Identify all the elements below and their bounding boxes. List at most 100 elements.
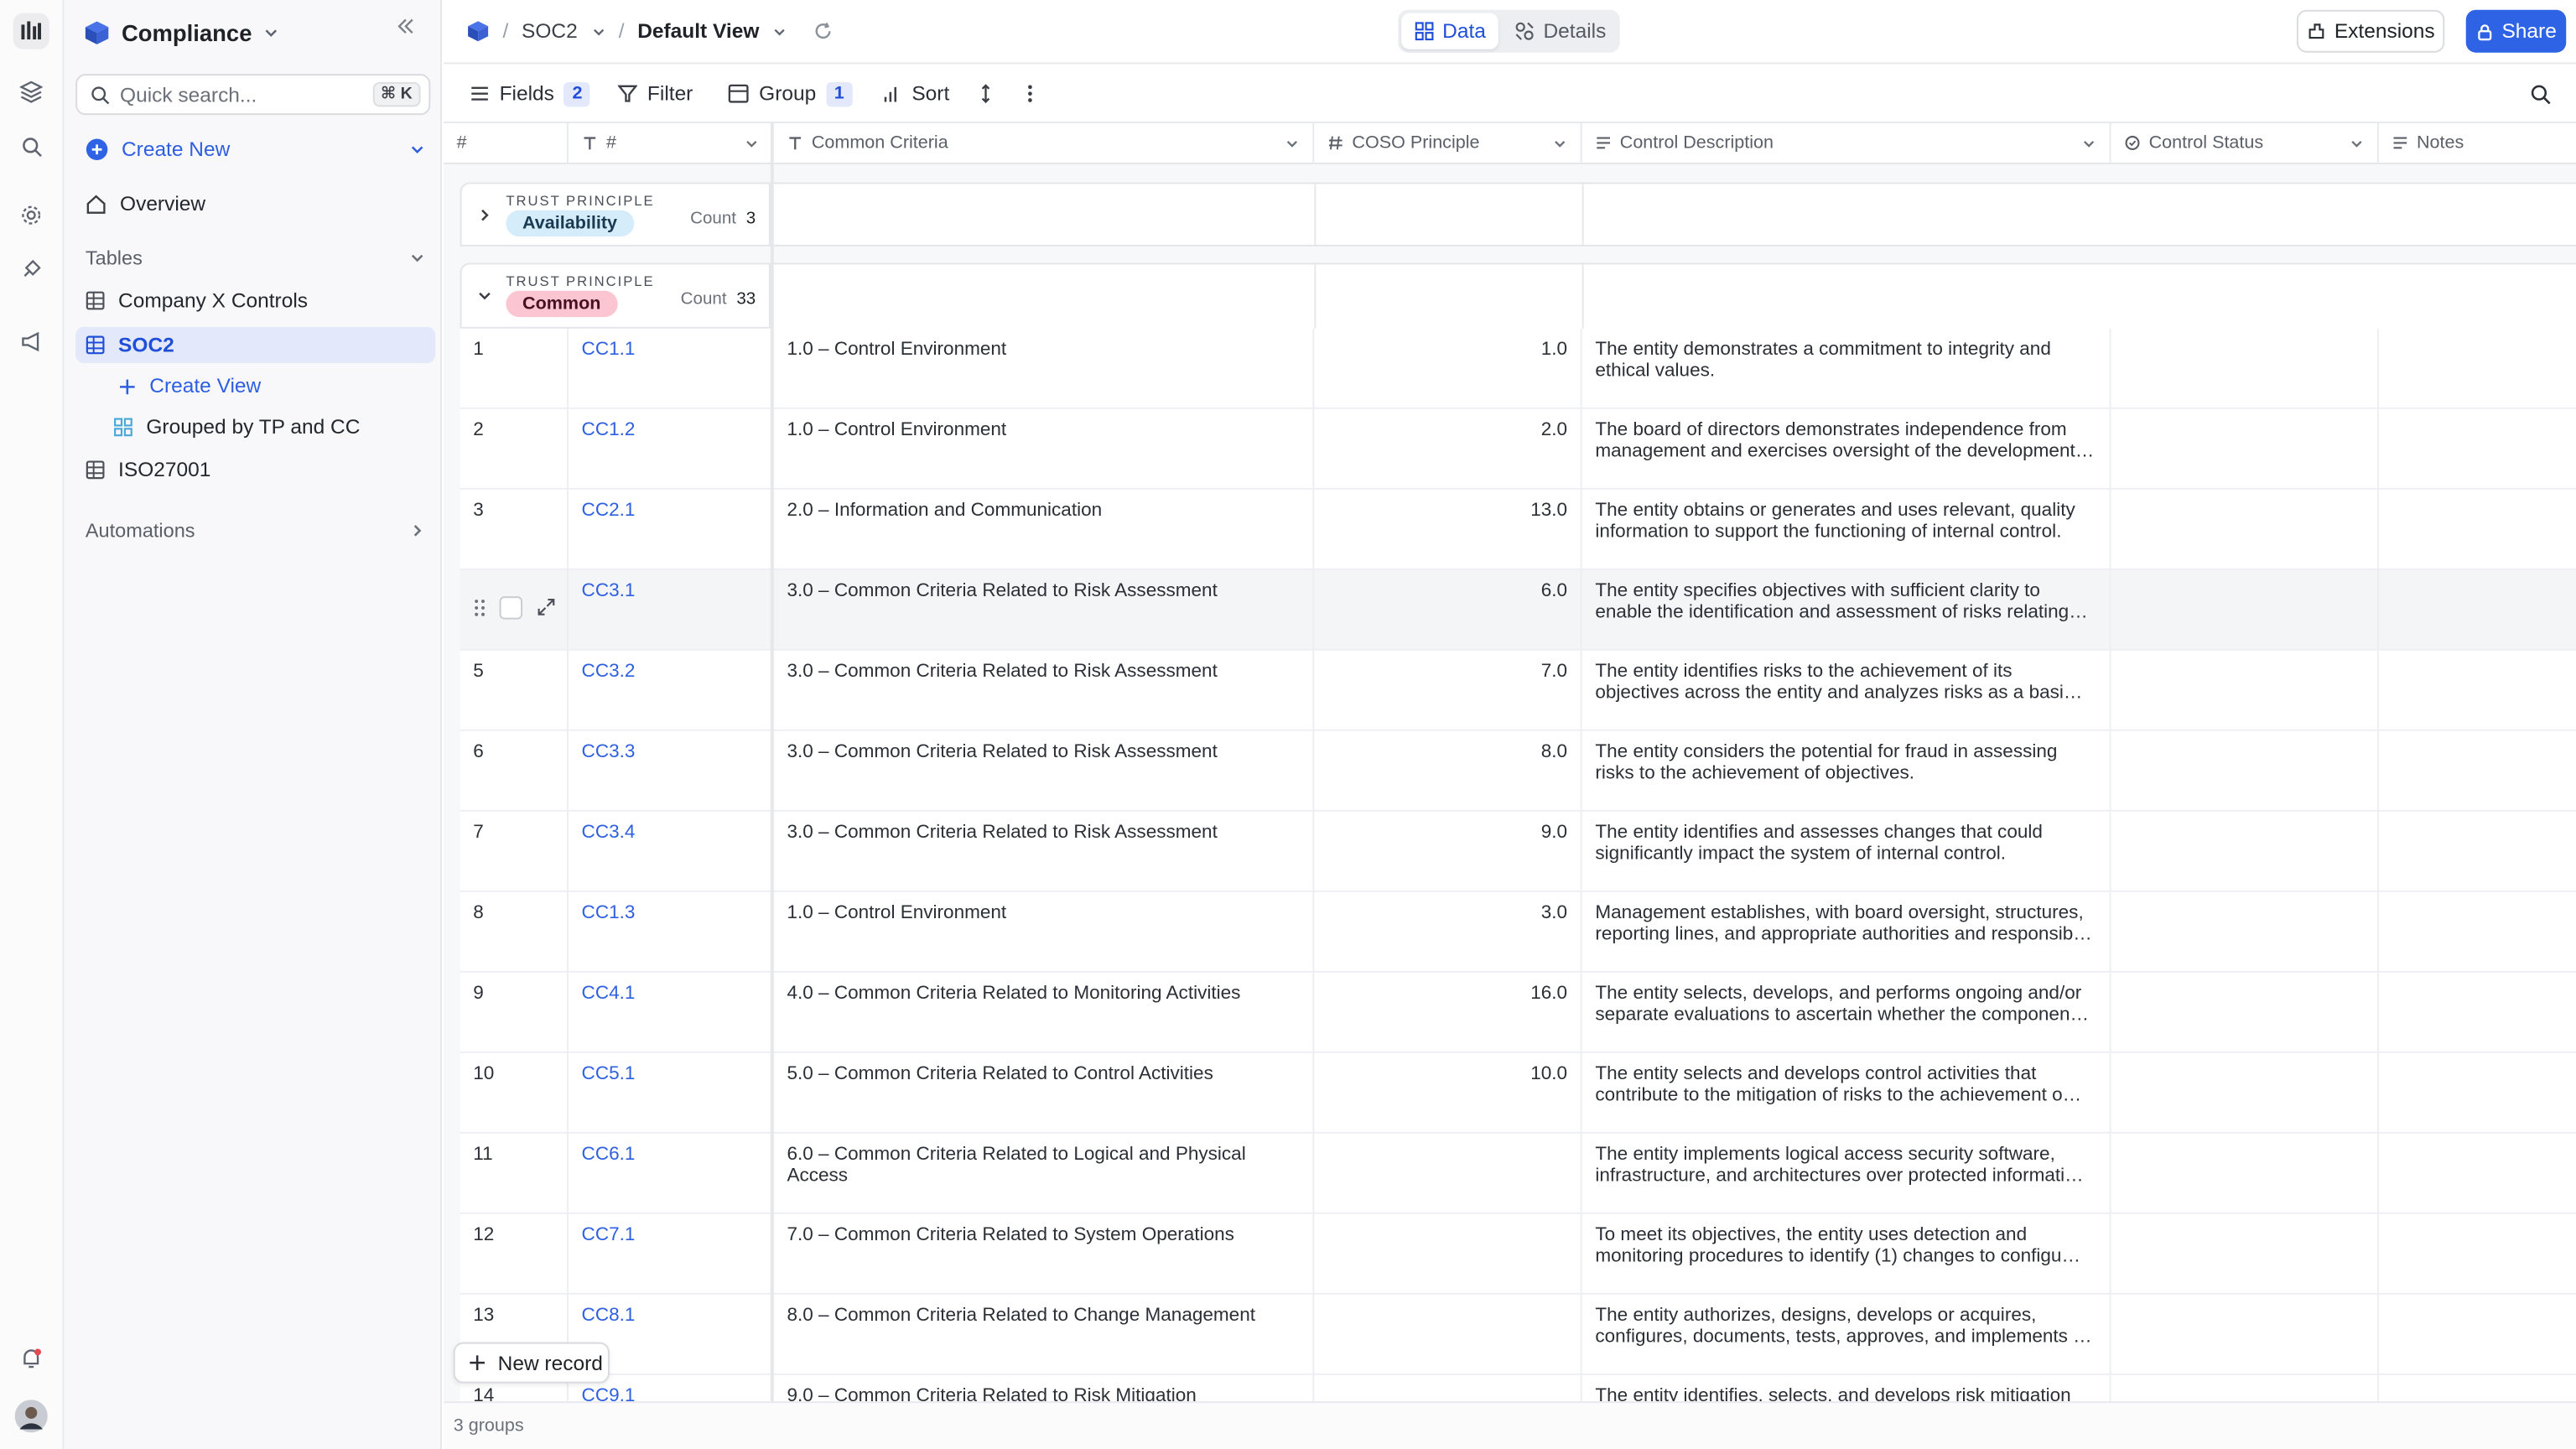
coso-principle-cell[interactable]: 13.0	[1314, 489, 1582, 570]
column-header-control-description[interactable]: Control Description	[1581, 122, 2111, 164]
chevron-down-icon[interactable]	[476, 288, 493, 304]
control-status-cell[interactable]	[2111, 1374, 2379, 1402]
control-status-cell[interactable]	[2111, 650, 2379, 731]
megaphone-icon[interactable]	[13, 324, 49, 360]
group-header-common[interactable]: TRUST PRINCIPLE Common Count 33	[460, 262, 771, 329]
table-row[interactable]: 6 CC3.3 3.0 – Common Criteria Related to R…	[460, 730, 2576, 812]
plug-icon[interactable]	[13, 252, 49, 288]
coso-principle-cell[interactable]	[1314, 1213, 1582, 1295]
notes-cell[interactable]	[2379, 812, 2576, 892]
control-status-cell[interactable]	[2111, 730, 2379, 812]
coso-principle-cell[interactable]: 1.0	[1314, 328, 1582, 409]
sidebar-view-grouped-by-tp-and-cc[interactable]: Grouped by TP and CC	[103, 409, 435, 445]
frozen-columns-divider[interactable]	[770, 122, 774, 1402]
row-number-cell[interactable]: 11	[460, 1133, 569, 1214]
group-header-availability[interactable]: TRUST PRINCIPLE Availability Count 3	[460, 182, 771, 247]
coso-principle-cell[interactable]	[1314, 1294, 1582, 1375]
sidebar-item-soc2[interactable]: SOC2	[75, 326, 436, 363]
coso-principle-cell[interactable]: 16.0	[1314, 972, 1582, 1053]
table-row[interactable]: 3 CC2.1 2.0 – Information and Communicatio…	[460, 489, 2576, 570]
control-status-cell[interactable]	[2111, 328, 2379, 409]
row-height-icon[interactable]	[978, 79, 995, 108]
common-criteria-cell[interactable]: 8.0 – Common Criteria Related to Change …	[774, 1294, 1315, 1375]
notes-cell[interactable]	[2379, 570, 2576, 651]
control-status-cell[interactable]	[2111, 489, 2379, 570]
id-cell[interactable]: CC5.1	[569, 1052, 772, 1134]
control-status-cell[interactable]	[2111, 972, 2379, 1053]
row-number-cell[interactable]	[460, 569, 569, 651]
create-view-button[interactable]: Create View	[108, 368, 435, 404]
expand-record-icon[interactable]	[538, 598, 556, 616]
tab-data[interactable]: Data	[1401, 13, 1499, 49]
refresh-icon[interactable]	[813, 21, 834, 41]
id-cell[interactable]: CC6.1	[569, 1133, 772, 1214]
quick-search-input[interactable]: Quick search... ⌘ K	[75, 74, 431, 116]
control-description-cell[interactable]: The entity identifies and assesses chang…	[1582, 811, 2111, 892]
notes-cell[interactable]	[2379, 1295, 2576, 1375]
id-cell[interactable]: CC4.1	[569, 972, 772, 1053]
notes-cell[interactable]	[2379, 651, 2576, 731]
breadcrumb-table[interactable]: SOC2	[522, 20, 578, 43]
control-description-cell[interactable]: The entity selects and develops control …	[1582, 1052, 2111, 1134]
row-number-cell[interactable]: 1	[460, 328, 569, 409]
common-criteria-cell[interactable]: 6.0 – Common Criteria Related to Logical…	[774, 1133, 1315, 1214]
common-criteria-cell[interactable]: 1.0 – Control Environment	[774, 891, 1315, 973]
common-criteria-cell[interactable]: 4.0 – Common Criteria Related to Monitor…	[774, 972, 1315, 1053]
breadcrumb-view[interactable]: Default View	[637, 20, 759, 43]
tab-details[interactable]: Details	[1502, 13, 1619, 49]
tables-section-header[interactable]: Tables	[75, 240, 435, 276]
id-cell[interactable]: CC2.1	[569, 489, 772, 570]
common-criteria-cell[interactable]: 1.0 – Control Environment	[774, 328, 1315, 409]
row-checkbox[interactable]	[499, 596, 523, 620]
control-description-cell[interactable]: The entity identifies risks to the achie…	[1582, 650, 2111, 731]
user-avatar[interactable]	[13, 1398, 49, 1434]
chevron-down-icon[interactable]	[2081, 136, 2096, 151]
notes-cell[interactable]	[2379, 1375, 2576, 1401]
sidebar-item-iso27001[interactable]: ISO27001	[75, 452, 435, 488]
row-number-cell[interactable]: 5	[460, 650, 569, 731]
common-criteria-cell[interactable]: 3.0 – Common Criteria Related to Risk As…	[774, 650, 1315, 731]
coso-principle-cell[interactable]: 8.0	[1314, 730, 1582, 812]
notes-cell[interactable]	[2379, 1053, 2576, 1134]
notes-cell[interactable]	[2379, 329, 2576, 409]
chevron-right-icon[interactable]	[476, 207, 493, 224]
control-description-cell[interactable]: The board of directors demonstrates inde…	[1582, 408, 2111, 490]
sidebar-item-overview[interactable]: Overview	[75, 185, 435, 221]
common-criteria-cell[interactable]: 3.0 – Common Criteria Related to Risk As…	[774, 569, 1315, 651]
column-header-coso-principle[interactable]: COSO Principle	[1314, 122, 1582, 164]
group-button[interactable]: Group 1	[728, 79, 853, 108]
common-criteria-cell[interactable]: 9.0 – Common Criteria Related to Risk Mi…	[774, 1374, 1315, 1402]
column-header-row-number[interactable]: #	[443, 122, 569, 164]
workspace-switcher[interactable]: Compliance	[84, 17, 280, 49]
sidebar-item-company-x-controls[interactable]: Company X Controls	[75, 283, 435, 319]
common-criteria-cell[interactable]: 5.0 – Common Criteria Related to Control…	[774, 1052, 1315, 1134]
table-row[interactable]: 2 CC1.2 1.0 – Control Environment 2.0 The bo…	[460, 408, 2576, 490]
common-criteria-cell[interactable]: 1.0 – Control Environment	[774, 408, 1315, 490]
id-cell[interactable]: CC7.1	[569, 1213, 772, 1295]
row-number-cell[interactable]: 3	[460, 489, 569, 570]
table-row[interactable]: 10 CC5.1 5.0 – Common Criteria Related to …	[460, 1052, 2576, 1134]
notes-cell[interactable]	[2379, 409, 2576, 490]
id-cell[interactable]: CC1.3	[569, 891, 772, 973]
notes-cell[interactable]	[2379, 892, 2576, 973]
common-criteria-cell[interactable]: 7.0 – Common Criteria Related to System …	[774, 1213, 1315, 1295]
table-row[interactable]: CC3.1 3.0 – Common Criteria Related to Ri…	[460, 569, 2576, 651]
table-row[interactable]: 1 CC1.1 1.0 – Control Environment 1.0 The en…	[460, 328, 2576, 409]
id-cell[interactable]: CC3.3	[569, 730, 772, 812]
notes-cell[interactable]	[2379, 1214, 2576, 1295]
column-header-notes[interactable]: Notes	[2378, 122, 2576, 164]
control-status-cell[interactable]	[2111, 1133, 2379, 1214]
app-logo-icon[interactable]	[13, 13, 49, 49]
row-number-cell[interactable]: 2	[460, 408, 569, 490]
row-number-cell[interactable]: 12	[460, 1213, 569, 1295]
chevron-down-icon[interactable]	[2350, 136, 2365, 151]
table-row[interactable]: 8 CC1.3 1.0 – Control Environment 3.0 Manage…	[460, 891, 2576, 973]
id-cell[interactable]: CC1.1	[569, 328, 772, 409]
control-description-cell[interactable]: The entity considers the potential for f…	[1582, 730, 2111, 812]
row-number-cell[interactable]: 6	[460, 730, 569, 812]
coso-principle-cell[interactable]: 2.0	[1314, 408, 1582, 490]
row-number-cell[interactable]: 7	[460, 811, 569, 892]
coso-principle-cell[interactable]: 6.0	[1314, 569, 1582, 651]
notes-cell[interactable]	[2379, 731, 2576, 812]
extensions-button[interactable]: Extensions	[2296, 9, 2445, 53]
